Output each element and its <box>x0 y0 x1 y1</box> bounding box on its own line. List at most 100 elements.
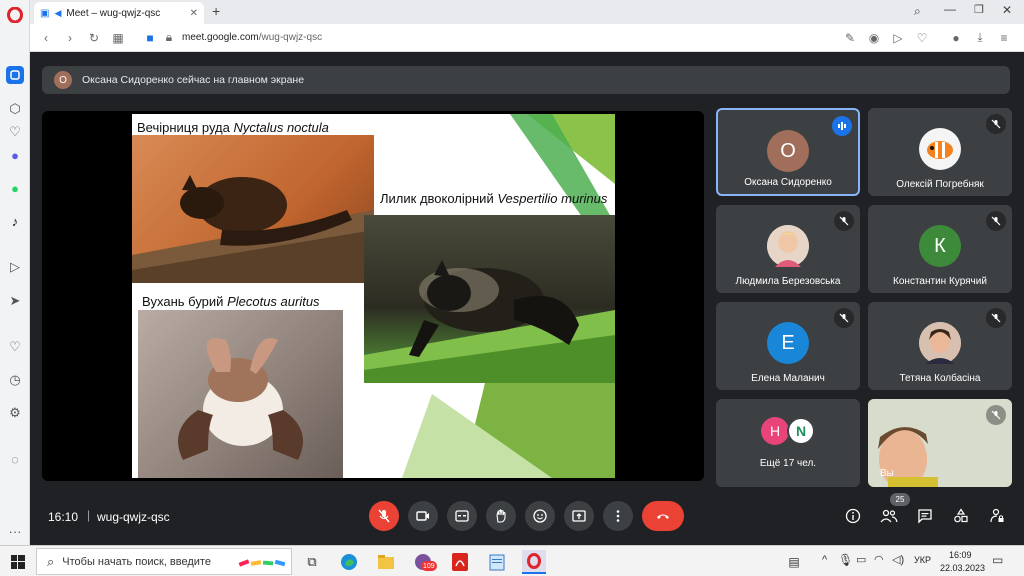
lightbulb-icon[interactable]: ◌ <box>6 450 24 468</box>
banner-text: Оксана Сидоренко сейчас на главном экран… <box>82 74 305 86</box>
bookmarks-icon[interactable]: ♡ <box>6 123 24 141</box>
lock-icon[interactable]: 🔒︎ <box>162 30 176 45</box>
self-label: Вы <box>880 468 894 479</box>
crayons-icon <box>238 559 286 567</box>
participant-name: Оксана Сидоренко <box>744 177 832 188</box>
reload-icon[interactable]: ↻ <box>82 31 106 45</box>
mic-off-icon <box>834 211 854 231</box>
notepad-icon[interactable] <box>485 550 509 574</box>
home-icon[interactable] <box>6 66 24 84</box>
participant-tile-konstantin[interactable]: К Константин Курячий <box>868 205 1012 293</box>
acrobat-icon[interactable] <box>448 550 472 574</box>
volume-icon[interactable]: ◁) <box>892 553 904 566</box>
tab-meet[interactable]: ▣ ◀ Meet – wug-qwjz-qsc ✕ <box>34 2 204 24</box>
camera-button[interactable] <box>408 501 438 531</box>
participant-name: Тетяна Колбасіна <box>899 373 981 384</box>
edit-icon[interactable]: ✎ <box>838 31 862 45</box>
opera-logo-icon[interactable] <box>6 6 24 24</box>
send-icon[interactable]: ➤ <box>6 292 24 310</box>
microphone-tray-icon[interactable]: 🎙︎ <box>838 553 853 567</box>
player-icon[interactable]: ▷ <box>6 258 24 276</box>
opera-taskbar-icon[interactable] <box>522 550 546 574</box>
lock-person-icon <box>990 508 1004 523</box>
meeting-info-button[interactable] <box>842 505 864 527</box>
mic-button[interactable] <box>369 501 399 531</box>
file-explorer-icon[interactable] <box>374 550 398 574</box>
people-icon <box>880 509 898 523</box>
address-bar: ‹ › ↻ ▦ ■ 🔒︎ meet.google.com/wug-qwjz-qs… <box>30 24 1024 52</box>
participant-name: Людмила Березовська <box>735 276 841 287</box>
forward-icon[interactable]: › <box>58 31 82 45</box>
back-icon[interactable]: ‹ <box>34 31 58 45</box>
video-icon <box>416 511 429 521</box>
chat-button[interactable] <box>914 505 936 527</box>
edge-icon[interactable] <box>337 550 361 574</box>
avatar-h: Н <box>761 417 789 445</box>
search-tabs-icon[interactable]: ⌕ <box>914 4 921 19</box>
host-controls-button[interactable] <box>986 505 1008 527</box>
history-icon[interactable]: ◷ <box>6 371 24 389</box>
mic-off-icon <box>834 308 854 328</box>
speed-dial-icon[interactable]: ⬡ <box>6 100 24 118</box>
minimize-button[interactable]: — <box>944 2 956 16</box>
language-indicator[interactable]: УКР <box>914 555 931 565</box>
new-tab-button[interactable]: + <box>212 3 220 19</box>
meeting-code: wug-qwjz-qsc <box>97 510 170 524</box>
self-view-tile[interactable]: Вы <box>868 399 1012 487</box>
participant-name: Олексій Погребняк <box>896 179 984 190</box>
control-bar: 16:10 | wug-qwjz-qsc 25 <box>30 493 1024 545</box>
mic-off-icon <box>986 211 1006 231</box>
snapshot-icon[interactable]: ◉ <box>862 31 886 45</box>
share-icon[interactable]: ▷ <box>886 31 910 45</box>
people-button[interactable] <box>878 505 900 527</box>
more-options-button[interactable] <box>603 501 633 531</box>
tabs-grid-icon[interactable]: ▦ <box>106 31 130 45</box>
more-icon[interactable]: ··· <box>6 522 24 540</box>
participant-tile-lyudmila[interactable]: Людмила Березовська <box>716 205 860 293</box>
emoji-button[interactable] <box>525 501 555 531</box>
menu-icon[interactable]: ≡ <box>992 31 1016 45</box>
meet-main: О Оксана Сидоренко сейчас на главном экр… <box>30 53 1024 545</box>
settings-icon[interactable]: ⚙ <box>6 404 24 422</box>
download-icon[interactable]: ⤓ <box>968 30 992 45</box>
participant-tile-tetyana[interactable]: Тетяна Колбасіна <box>868 302 1012 390</box>
hang-up-icon <box>657 514 669 519</box>
messenger-icon[interactable]: ● <box>6 146 24 164</box>
present-button[interactable] <box>564 501 594 531</box>
avatar: О <box>767 130 809 172</box>
whatsapp-icon[interactable]: ● <box>6 179 24 197</box>
tiktok-icon[interactable]: ♪ <box>6 212 24 230</box>
present-icon <box>572 510 586 522</box>
activities-button[interactable] <box>950 505 972 527</box>
profile-icon[interactable]: ● <box>944 31 968 45</box>
favorites-icon[interactable]: ♡ <box>6 338 24 356</box>
participant-tile-elena[interactable]: Е Елена Маланич <box>716 302 860 390</box>
presentation-stage[interactable]: Вечірниця руда Nyctalus noctula Лилик дв… <box>42 111 704 481</box>
raise-hand-button[interactable] <box>486 501 516 531</box>
task-view-icon[interactable]: ⧉ <box>300 550 324 574</box>
opera-sidebar: ⬡ ♡ ● ● ♪ ▷ ➤ ♡ ◷ ⚙ ◌ ··· <box>0 0 30 545</box>
chat-icon <box>918 509 932 524</box>
leave-call-button[interactable] <box>642 501 684 531</box>
taskbar-search[interactable]: ⌕ Чтобы начать поиск, введите <box>36 548 292 575</box>
notifications-icon[interactable]: ▭ <box>992 553 1003 567</box>
battery-icon[interactable]: ▭ <box>856 553 866 566</box>
windows-start-icon[interactable] <box>6 550 30 574</box>
captions-button[interactable] <box>447 501 477 531</box>
hand-icon <box>496 509 506 523</box>
news-icon[interactable]: ▤ <box>782 550 806 574</box>
more-participants-tile[interactable]: Н N Ещё 17 чел. <box>716 399 860 487</box>
maximize-button[interactable]: ❐ <box>974 3 984 16</box>
close-window-button[interactable]: ✕ <box>1002 3 1012 17</box>
heart-icon[interactable]: ♡ <box>910 31 934 45</box>
network-icon[interactable]: ◠ <box>874 553 884 566</box>
tray-chevron-icon[interactable]: ^ <box>822 554 827 566</box>
url-field[interactable]: meet.google.com/wug-qwjz-qsc <box>182 32 322 43</box>
camera-icon[interactable]: ■ <box>138 31 162 45</box>
more-participants-label: Ещё 17 чел. <box>759 458 817 469</box>
participant-tile-oksana[interactable]: О Оксана Сидоренко <box>716 108 860 196</box>
avatar <box>919 128 961 170</box>
participant-tile-oleksiy[interactable]: Олексій Погребняк <box>868 108 1012 196</box>
presenting-banner: О Оксана Сидоренко сейчас на главном экр… <box>42 66 1010 94</box>
close-tab-icon[interactable]: ✕ <box>190 8 198 19</box>
